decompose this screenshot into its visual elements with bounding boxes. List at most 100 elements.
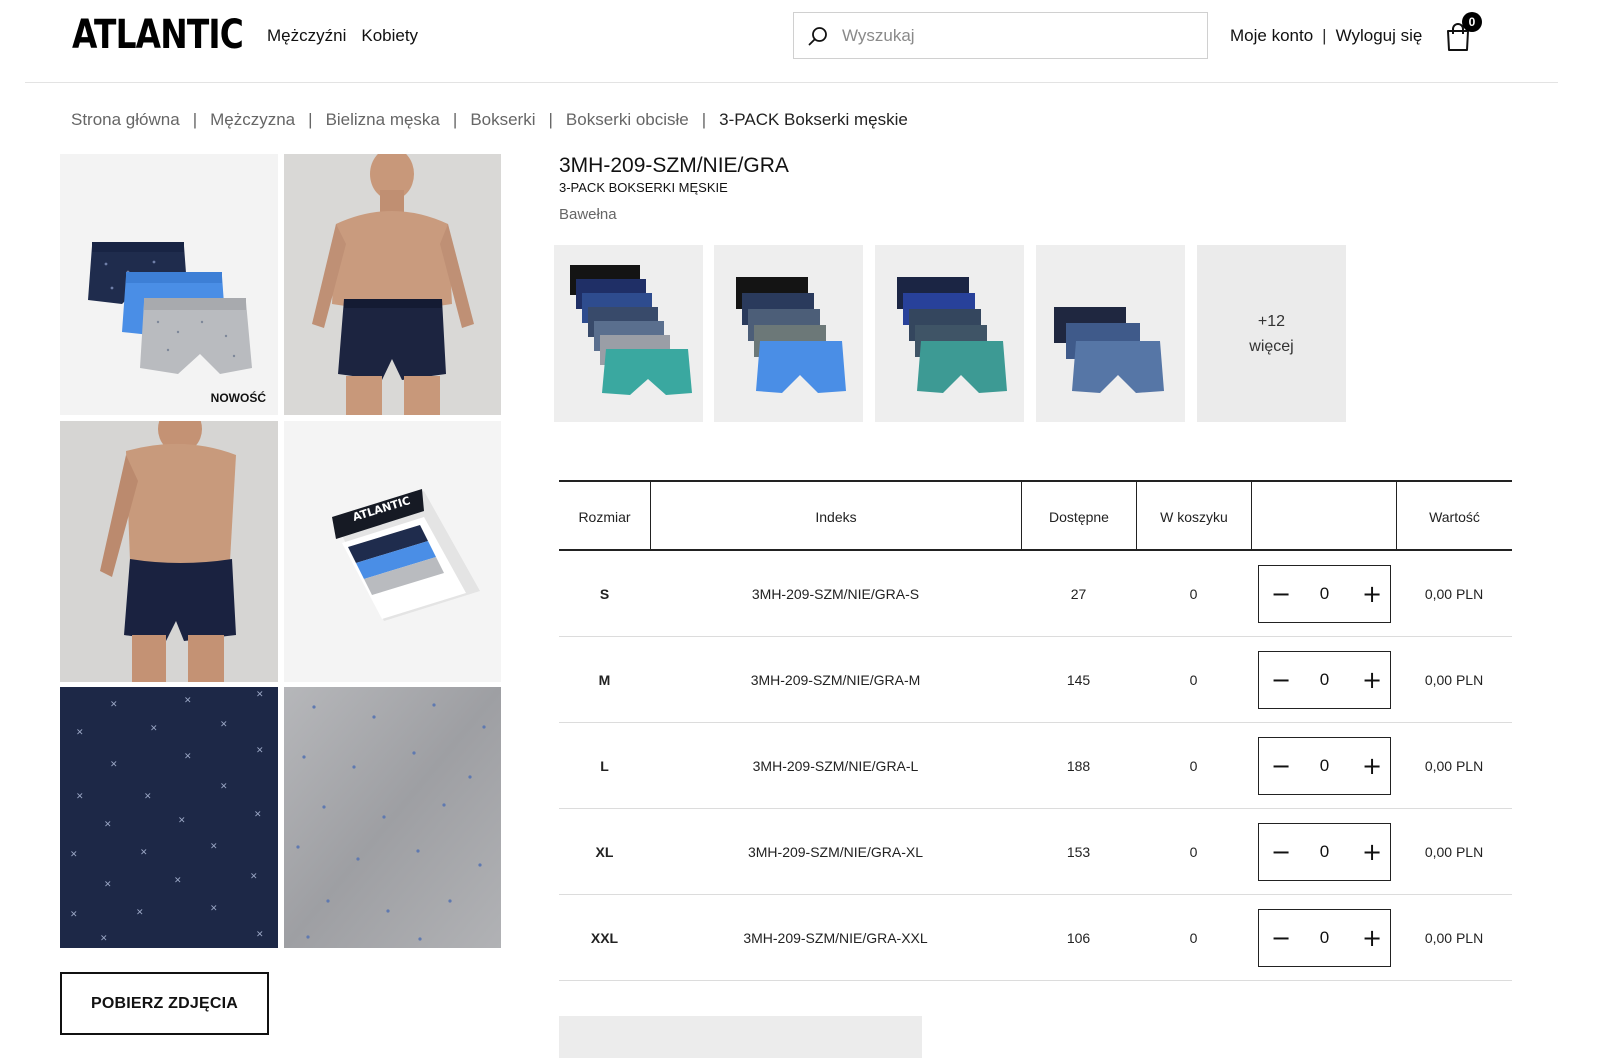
row-in-cart: 0 bbox=[1189, 586, 1198, 602]
breadcrumb-item-man[interactable]: Mężczyzna bbox=[210, 110, 295, 130]
product-image-grey-pattern[interactable] bbox=[284, 687, 501, 948]
variant-thumbnail-1[interactable] bbox=[554, 245, 703, 422]
more-variants-label: więcej bbox=[1249, 337, 1294, 355]
product-image-box[interactable]: ATLANTIC bbox=[284, 421, 501, 682]
search-icon[interactable] bbox=[808, 26, 828, 46]
table-row: XXL 3MH-209-SZM/NIE/GRA-XXL 106 0 − + 0,… bbox=[559, 895, 1512, 981]
product-image-model-front[interactable] bbox=[284, 154, 501, 415]
svg-text:✕: ✕ bbox=[210, 842, 218, 852]
increment-button[interactable]: + bbox=[1362, 840, 1382, 864]
svg-text:✕: ✕ bbox=[76, 792, 84, 802]
svg-text:✕: ✕ bbox=[178, 816, 186, 826]
account-separator: | bbox=[1322, 26, 1327, 45]
product-sku-title: 3MH-209-SZM/NIE/GRA bbox=[559, 154, 789, 177]
table-row: M 3MH-209-SZM/NIE/GRA-M 145 0 − + 0,00 P… bbox=[559, 637, 1512, 723]
size-table-header: Rozmiar Indeks Dostępne W koszyku Wartoś… bbox=[559, 480, 1512, 551]
svg-text:✕: ✕ bbox=[144, 792, 152, 802]
variant-thumbnail-2[interactable] bbox=[714, 245, 863, 422]
increment-button[interactable]: + bbox=[1362, 668, 1382, 692]
variant-thumbnail-3[interactable] bbox=[875, 245, 1024, 422]
product-image-packshot[interactable]: NOWOŚĆ bbox=[60, 154, 278, 415]
quantity-stepper: − + bbox=[1258, 737, 1391, 795]
decrement-button[interactable]: − bbox=[1271, 668, 1291, 692]
increment-button[interactable]: + bbox=[1362, 754, 1382, 778]
column-header-available: Dostępne bbox=[1021, 482, 1136, 551]
more-variants-button[interactable]: +12 więcej bbox=[1197, 245, 1346, 422]
row-value: 0,00 PLN bbox=[1424, 758, 1484, 774]
nav-item-women[interactable]: Kobiety bbox=[361, 26, 418, 46]
model-back-image bbox=[100, 421, 236, 682]
column-header-value: Wartość bbox=[1396, 482, 1512, 551]
breadcrumb-separator: | bbox=[548, 110, 553, 129]
search-input[interactable] bbox=[842, 25, 1182, 46]
decrement-button[interactable]: − bbox=[1271, 840, 1291, 864]
quantity-input[interactable] bbox=[1304, 584, 1345, 604]
quantity-stepper: − + bbox=[1258, 909, 1391, 967]
breadcrumb-separator: | bbox=[192, 110, 198, 129]
decrement-button[interactable]: − bbox=[1271, 582, 1291, 606]
cart-count-badge: 0 bbox=[1462, 12, 1482, 32]
column-header-in-cart: W koszyku bbox=[1136, 482, 1251, 551]
search-box[interactable] bbox=[793, 12, 1208, 59]
row-available: 153 bbox=[1066, 844, 1091, 860]
my-account-link[interactable]: Moje konto bbox=[1230, 26, 1313, 46]
row-size: XXL bbox=[590, 930, 619, 946]
breadcrumb: Strona główna | Mężczyzna | Bielizna męs… bbox=[71, 110, 908, 130]
increment-button[interactable]: + bbox=[1362, 582, 1382, 606]
logout-link[interactable]: Wyloguj się bbox=[1336, 26, 1423, 46]
boxers-3pack-image bbox=[88, 242, 252, 374]
row-index: 3MH-209-SZM/NIE/GRA-XXL bbox=[743, 930, 928, 946]
svg-text:✕: ✕ bbox=[174, 876, 182, 886]
quantity-input[interactable] bbox=[1304, 842, 1345, 862]
quantity-input[interactable] bbox=[1304, 670, 1345, 690]
decrement-button[interactable]: − bbox=[1271, 926, 1291, 950]
svg-text:✕: ✕ bbox=[220, 782, 228, 792]
row-value: 0,00 PLN bbox=[1424, 586, 1484, 602]
navy-fabric-pattern: ✕ ✕ ✕ ✕ ✕ ✕ ✕ ✕ ✕ ✕ ✕ ✕ ✕ ✕ ✕ ✕ ✕ ✕ ✕ ✕ ✕ ✕ ✕ ✕ ✕ ✕ bbox=[60, 687, 278, 948]
row-size: XL bbox=[595, 844, 614, 860]
variant-image-5pack-blue bbox=[736, 277, 846, 393]
svg-text:✕: ✕ bbox=[256, 746, 264, 756]
svg-text:✕: ✕ bbox=[100, 934, 108, 944]
row-in-cart: 0 bbox=[1189, 844, 1198, 860]
add-to-cart-button[interactable] bbox=[559, 1016, 922, 1058]
svg-text:✕: ✕ bbox=[250, 872, 258, 882]
table-row: XL 3MH-209-SZM/NIE/GRA-XL 153 0 − + 0,00… bbox=[559, 809, 1512, 895]
grey-fabric-pattern bbox=[284, 687, 501, 948]
product-name: 3-PACK BOKSERKI MĘSKIE bbox=[559, 180, 728, 195]
variant-thumbnail-4[interactable] bbox=[1036, 245, 1185, 422]
svg-text:✕: ✕ bbox=[70, 850, 78, 860]
row-value: 0,00 PLN bbox=[1424, 844, 1484, 860]
column-header-index: Indeks bbox=[650, 482, 1021, 551]
svg-text:✕: ✕ bbox=[220, 720, 228, 730]
decrement-button[interactable]: − bbox=[1271, 754, 1291, 778]
breadcrumb-item-underwear[interactable]: Bielizna męska bbox=[326, 110, 440, 130]
product-image-navy-pattern[interactable]: ✕ ✕ ✕ ✕ ✕ ✕ ✕ ✕ ✕ ✕ ✕ ✕ ✕ ✕ ✕ ✕ ✕ ✕ ✕ ✕ ✕ ✕ ✕ ✕ ✕ ✕ bbox=[60, 687, 278, 948]
row-size: L bbox=[600, 758, 609, 774]
breadcrumb-item-home[interactable]: Strona główna bbox=[71, 110, 180, 130]
breadcrumb-item-tight-boxers[interactable]: Bokserki obcisłe bbox=[566, 110, 689, 130]
increment-button[interactable]: + bbox=[1362, 926, 1382, 950]
quantity-input[interactable] bbox=[1304, 756, 1345, 776]
download-photos-button[interactable]: POBIERZ ZDJĘCIA bbox=[60, 972, 269, 1035]
table-row: L 3MH-209-SZM/NIE/GRA-L 188 0 − + 0,00 P… bbox=[559, 723, 1512, 809]
product-box-image: ATLANTIC bbox=[332, 489, 480, 621]
model-front-image bbox=[312, 154, 474, 415]
breadcrumb-item-boxers[interactable]: Bokserki bbox=[470, 110, 535, 130]
svg-text:✕: ✕ bbox=[110, 760, 118, 770]
svg-text:✕: ✕ bbox=[110, 700, 118, 710]
svg-text:✕: ✕ bbox=[104, 880, 112, 890]
svg-text:✕: ✕ bbox=[254, 810, 262, 820]
quantity-stepper: − + bbox=[1258, 651, 1391, 709]
row-value: 0,00 PLN bbox=[1424, 930, 1484, 946]
row-value: 0,00 PLN bbox=[1424, 672, 1484, 688]
product-image-model-back[interactable] bbox=[60, 421, 278, 682]
main-nav: Mężczyźni Kobiety bbox=[267, 26, 418, 46]
nav-item-men[interactable]: Mężczyźni bbox=[267, 26, 346, 46]
svg-text:✕: ✕ bbox=[150, 724, 158, 734]
svg-text:✕: ✕ bbox=[136, 908, 144, 918]
row-in-cart: 0 bbox=[1189, 672, 1198, 688]
new-badge: NOWOŚĆ bbox=[210, 391, 266, 405]
quantity-input[interactable] bbox=[1304, 928, 1345, 948]
brand-logo[interactable]: ATLANTIC bbox=[72, 12, 244, 58]
